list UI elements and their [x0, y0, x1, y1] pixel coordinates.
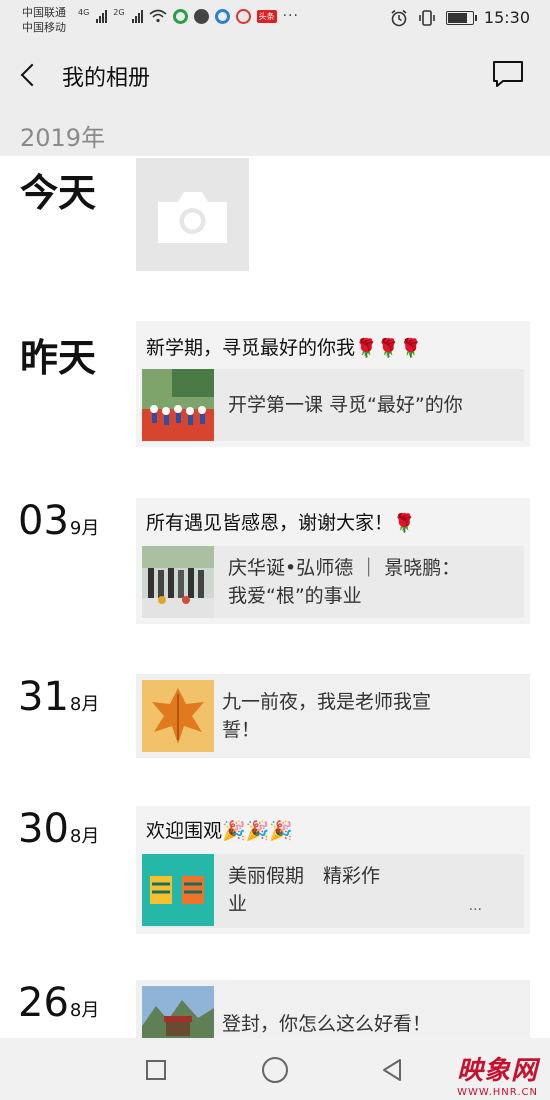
location-notification-icon [235, 8, 251, 24]
more-notifications-icon: ··· [282, 8, 299, 24]
photo-album-screen: 中国联通 中国移动 4G 2G 头条 ··· 15:30 我的相册 2019年 … [0, 0, 550, 1100]
carrier-2: 中国移动 [22, 21, 66, 34]
system-back-button[interactable] [380, 1058, 404, 1082]
rose-emoji: 🌹 [393, 513, 416, 534]
system-nav-bar: 映象网 WWW.HNR.CN [0, 1038, 550, 1100]
message-icon[interactable] [492, 60, 524, 88]
link-thumbnail [142, 854, 214, 926]
watermark-url: WWW.HNR.CN [457, 1087, 538, 1098]
date-label: 今天 [20, 171, 97, 215]
battery-icon [445, 10, 477, 25]
year-section-header: 2019年 [0, 108, 550, 156]
date-label: 318月 [18, 674, 99, 720]
post-text: 所有遇见皆感恩，谢谢大家！🌹 [146, 512, 416, 534]
entry-aug-26: 268月 登封，你怎么这么好看！ [0, 980, 550, 1038]
back-button[interactable] [16, 56, 46, 92]
date-label: 268月 [18, 980, 99, 1026]
day-number: 31 [18, 674, 69, 720]
site-watermark: 映象网 WWW.HNR.CN [457, 1050, 538, 1098]
shared-link[interactable]: 庆华诞•弘师德 ｜ 景晓鹏： 我爱“根”的事业 [142, 546, 524, 618]
browser-notification-icon [214, 8, 230, 24]
link-thumbnail [142, 986, 214, 1038]
recent-apps-button[interactable] [146, 1060, 166, 1080]
status-left-icons: 4G 2G 头条 ··· [78, 8, 299, 24]
carrier-1: 中国联通 [22, 6, 66, 19]
date-label: 308月 [18, 806, 99, 852]
wifi-icon [149, 9, 167, 23]
day-number: 30 [18, 806, 69, 852]
rose-emoji: 🌹🌹🌹 [355, 338, 423, 359]
entry-aug-30: 308月 欢迎围观🎉🎉🎉 美丽假期 精彩作业 ... [0, 806, 550, 936]
entry-sep-03: 039月 所有遇见皆感恩，谢谢大家！🌹 庆华诞•弘师德 ｜ 景晓鹏： 我爱“根”的… [0, 498, 550, 628]
shared-link[interactable]: 九一前夜，我是老师我宣 誓！ [136, 674, 530, 758]
month-label: 8月 [69, 1000, 100, 1021]
home-button[interactable] [262, 1057, 288, 1083]
entry-aug-31: 318月 九一前夜，我是老师我宣 誓！ [0, 674, 550, 774]
album-feed[interactable]: 今天 昨天 新学期，寻觅最好的你我🌹🌹🌹 开学第一课 寻觅“最好”的你 039月… [0, 156, 550, 1038]
signal-icon-2 [131, 9, 143, 23]
date-label: 昨天 [20, 336, 97, 380]
day-number: 03 [18, 498, 69, 544]
date-label: 039月 [18, 498, 99, 544]
month-label: 8月 [69, 826, 100, 847]
post-card[interactable]: 欢迎围观🎉🎉🎉 美丽假期 精彩作业 ... [136, 806, 530, 934]
post-text: 新学期，寻觅最好的你我🌹🌹🌹 [146, 337, 423, 359]
camera-icon [158, 192, 227, 243]
app-notification-icon [172, 8, 188, 24]
party-emoji: 🎉🎉🎉 [222, 820, 293, 842]
link-thumbnail [142, 369, 214, 441]
shared-link[interactable]: 美丽假期 精彩作业 ... [142, 854, 524, 928]
alarm-icon [391, 9, 407, 26]
day-number: 26 [18, 980, 69, 1026]
status-right-icons: 15:30 [390, 8, 530, 27]
chat-notification-icon [193, 8, 209, 24]
more-ellipsis: ... [468, 898, 482, 914]
signal-icon [96, 9, 108, 23]
link-title: 九一前夜，我是老师我宣 誓！ [222, 691, 432, 741]
shared-link[interactable]: 登封，你怎么这么好看！ [136, 980, 530, 1038]
link-title: 登封，你怎么这么好看！ [222, 1013, 432, 1035]
watermark-logo: 映象网 [456, 1056, 538, 1086]
shared-link[interactable]: 开学第一课 寻觅“最好”的你 [142, 369, 524, 441]
vibrate-icon [419, 9, 435, 26]
entry-today: 今天 [0, 156, 550, 286]
add-photo-button[interactable] [136, 158, 249, 271]
net-label-2: 2G [113, 8, 125, 17]
entry-yesterday: 昨天 新学期，寻觅最好的你我🌹🌹🌹 开学第一课 寻觅“最好”的你 [0, 321, 550, 451]
clock: 15:30 [483, 8, 530, 27]
year-label: 2019年 [20, 124, 106, 152]
link-title: 庆华诞•弘师德 ｜ 景晓鹏： 我爱“根”的事业 [228, 557, 461, 607]
post-card[interactable]: 所有遇见皆感恩，谢谢大家！🌹 庆华诞•弘师德 ｜ 景晓鹏： 我爱“根”的事业 [136, 498, 530, 624]
nav-bar: 我的相册 [0, 42, 550, 108]
post-card[interactable]: 新学期，寻觅最好的你我🌹🌹🌹 开学第一课 寻觅“最好”的你 [136, 321, 530, 447]
status-bar: 中国联通 中国移动 4G 2G 头条 ··· 15:30 [0, 0, 550, 42]
toutiao-icon: 头条 [256, 9, 277, 23]
month-label: 8月 [69, 694, 100, 715]
month-label: 9月 [69, 518, 100, 539]
page-title: 我的相册 [62, 66, 151, 91]
carrier-info: 中国联通 中国移动 [22, 5, 66, 35]
link-thumbnail [142, 546, 214, 618]
link-title: 开学第一课 寻觅“最好”的你 [228, 394, 463, 416]
link-thumbnail [142, 680, 214, 752]
net-label-1: 4G [78, 8, 90, 17]
post-text: 欢迎围观🎉🎉🎉 [146, 820, 293, 842]
